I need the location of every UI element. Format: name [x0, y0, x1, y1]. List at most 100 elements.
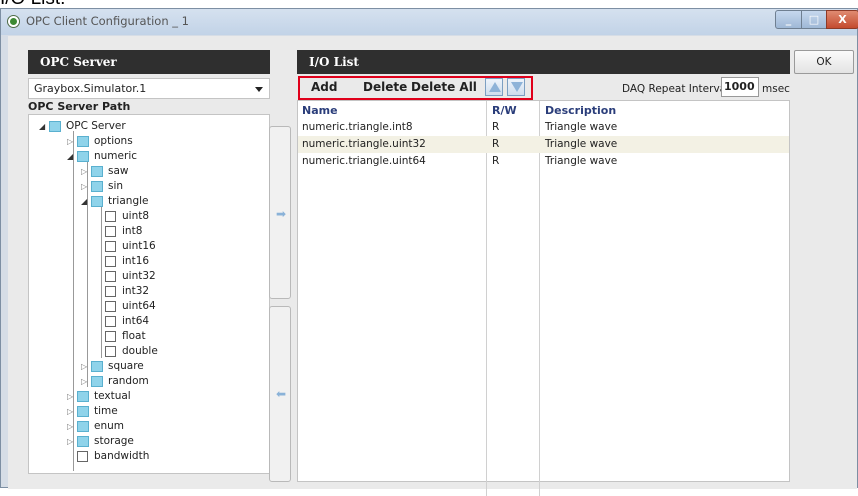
folder-icon	[91, 166, 103, 177]
daq-interval-label: DAQ Repeat Interval	[622, 83, 730, 95]
row-rw: R	[492, 138, 500, 150]
item-checkbox-icon[interactable]	[105, 226, 116, 237]
io-list-header: I/O List	[297, 50, 790, 74]
row-name: numeric.triangle.uint32	[302, 138, 426, 150]
row-name: numeric.triangle.int8	[302, 121, 413, 133]
server-tree[interactable]: ◢ OPC Server ▷ options ◢ numeric ▷ saw ▷ sin ◢ tria…	[28, 114, 270, 474]
tree-node-label: int32	[122, 285, 150, 297]
table-row[interactable]: numeric.triangle.uint32 R Triangle wave	[298, 136, 789, 153]
expand-icon[interactable]: ▷	[67, 434, 75, 449]
item-checkbox-icon[interactable]	[105, 241, 116, 252]
ok-button[interactable]: OK	[794, 50, 854, 74]
folder-icon	[91, 181, 103, 192]
expand-icon[interactable]: ▷	[81, 359, 89, 374]
tree-node-label: enum	[94, 420, 124, 432]
config-window: OPC Client Configuration _ 1 _ □ X OPC S…	[0, 8, 858, 496]
tree-node-label: square	[108, 360, 144, 372]
row-description: Triangle wave	[545, 155, 618, 167]
io-list-table[interactable]: Name R/W Description numeric.triangle.in…	[297, 100, 790, 496]
tree-node-label: sin	[108, 180, 124, 192]
row-rw: R	[492, 121, 500, 133]
item-checkbox-icon[interactable]	[105, 346, 116, 357]
tree-node-label: time	[94, 405, 118, 417]
daq-interval-input[interactable]: 1000	[721, 77, 759, 97]
tree-node-label: storage	[94, 435, 134, 447]
chevron-down-icon[interactable]	[255, 87, 263, 92]
folder-icon	[77, 391, 89, 402]
tree-node-label: float	[122, 330, 146, 342]
tree-node-label: options	[94, 135, 133, 147]
expand-icon[interactable]: ▷	[81, 164, 89, 179]
expand-icon[interactable]: ▷	[67, 419, 75, 434]
move-up-button[interactable]	[485, 78, 503, 96]
column-header-rw[interactable]: R/W	[492, 104, 517, 117]
tree-node-label: double	[122, 345, 158, 357]
arrow-left-icon: ⬅	[275, 387, 287, 401]
delete-all-button[interactable]: Delete All	[411, 80, 477, 94]
maximize-button[interactable]: □	[801, 10, 827, 29]
expand-icon[interactable]: ▷	[67, 134, 75, 149]
tree-node-label: int64	[122, 315, 150, 327]
folder-icon	[49, 121, 61, 132]
move-down-button[interactable]	[507, 78, 525, 96]
item-checkbox-icon[interactable]	[105, 331, 116, 342]
item-checkbox-icon[interactable]	[105, 316, 116, 327]
io-toolbar: Add Delete Delete All DAQ Repeat Interva…	[297, 75, 790, 100]
item-checkbox-icon[interactable]	[105, 301, 116, 312]
item-checkbox-icon[interactable]	[105, 256, 116, 267]
app-icon	[7, 15, 20, 28]
tree-node-label: uint64	[122, 300, 156, 312]
folder-icon	[91, 196, 103, 207]
server-select-value: Graybox.Simulator.1	[34, 82, 147, 95]
window-title: OPC Client Configuration _ 1	[26, 14, 189, 28]
tree-node-label: int8	[122, 225, 143, 237]
item-checkbox-icon[interactable]	[77, 451, 88, 462]
tree-node-label: textual	[94, 390, 131, 402]
column-header-name[interactable]: Name	[302, 104, 338, 117]
tree-node-label: OPC Server	[66, 120, 126, 132]
table-row[interactable]: numeric.triangle.int8 R Triangle wave	[298, 119, 789, 136]
server-path-label: OPC Server Path	[28, 100, 131, 113]
tree-node-label: uint32	[122, 270, 156, 282]
expand-icon[interactable]: ▷	[81, 374, 89, 389]
row-name: numeric.triangle.uint64	[302, 155, 426, 167]
daq-unit-label: msec	[762, 83, 790, 95]
title-bar: OPC Client Configuration _ 1 _ □ X	[1, 9, 858, 35]
item-checkbox-icon[interactable]	[105, 286, 116, 297]
tree-node-label: bandwidth	[94, 450, 150, 462]
close-button[interactable]: X	[826, 10, 858, 29]
row-description: Triangle wave	[545, 138, 618, 150]
arrow-right-icon: ➡	[275, 207, 287, 221]
collapse-icon[interactable]: ◢	[67, 149, 75, 164]
tree-guide-line	[101, 206, 102, 358]
client-area: OPC Server Graybox.Simulator.1 OPC Serve…	[8, 36, 857, 496]
column-header-description[interactable]: Description	[545, 104, 616, 117]
item-checkbox-icon[interactable]	[105, 271, 116, 282]
triangle-up-icon	[489, 82, 501, 92]
add-to-list-button[interactable]: ➡	[269, 126, 291, 299]
tree-node-label: uint16	[122, 240, 156, 252]
tree-node-label: random	[108, 375, 149, 387]
tree-node-label: saw	[108, 165, 129, 177]
item-checkbox-icon[interactable]	[105, 211, 116, 222]
minimize-button[interactable]: _	[775, 10, 802, 29]
table-row[interactable]: numeric.triangle.uint64 R Triangle wave	[298, 153, 789, 170]
row-description: Triangle wave	[545, 121, 618, 133]
folder-icon	[77, 151, 89, 162]
expand-icon[interactable]: ▷	[67, 389, 75, 404]
tree-node-label: int16	[122, 255, 150, 267]
delete-button[interactable]: Delete	[363, 80, 407, 94]
expand-icon[interactable]: ▷	[67, 404, 75, 419]
tree-node-label: numeric	[94, 150, 138, 162]
collapse-icon[interactable]: ◢	[81, 194, 89, 209]
folder-icon	[77, 421, 89, 432]
folder-icon	[91, 376, 103, 387]
add-button[interactable]: Add	[311, 80, 337, 94]
remove-from-list-button[interactable]: ⬅	[269, 306, 291, 482]
folder-icon	[77, 136, 89, 147]
opc-server-header: OPC Server	[28, 50, 270, 74]
collapse-icon[interactable]: ◢	[39, 119, 47, 134]
server-select[interactable]: Graybox.Simulator.1	[28, 78, 270, 99]
triangle-down-icon	[511, 82, 523, 92]
expand-icon[interactable]: ▷	[81, 179, 89, 194]
